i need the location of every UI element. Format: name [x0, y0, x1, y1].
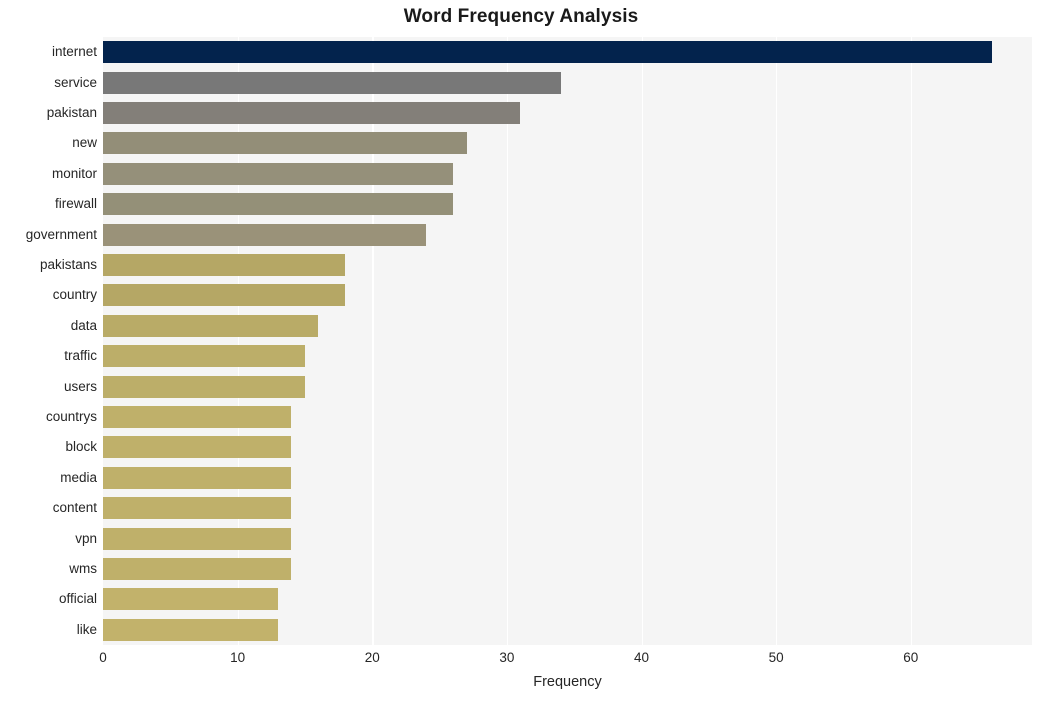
y-axis-tick-label: users	[63, 378, 97, 394]
y-axis-tick-label: internet	[51, 44, 97, 60]
y-axis-tick-label: government	[25, 226, 97, 242]
page-title: Word Frequency Analysis	[403, 6, 639, 27]
bar	[103, 254, 346, 276]
y-axis-tick-label: firewall	[54, 196, 97, 212]
plot-area	[103, 37, 1032, 645]
x-axis-tick-label: 10	[230, 650, 246, 665]
bar	[103, 345, 305, 368]
bar	[103, 284, 346, 307]
bar	[103, 558, 292, 580]
bar	[103, 497, 292, 520]
x-axis-tick-label: 60	[903, 650, 919, 665]
x-axis-tick-label: 30	[499, 650, 515, 665]
y-axis-tick-label: country	[52, 287, 97, 303]
bar	[103, 618, 279, 641]
y-axis-tick-label: monitor	[51, 165, 97, 181]
chart-figure: Word Frequency Analysis internet service p…	[0, 0, 1042, 701]
x-axis-tick-labels: 0 10 20 30 40 50 60	[99, 650, 1032, 670]
bar	[103, 314, 319, 337]
bar	[103, 406, 292, 428]
bar	[103, 193, 454, 216]
y-axis-tick-label: block	[65, 439, 97, 455]
y-axis-tick-label: pakistan	[46, 105, 97, 120]
y-axis-tick-label: content	[52, 500, 97, 516]
y-axis-tick-label: media	[60, 469, 97, 485]
bar	[103, 71, 561, 94]
bar-series	[103, 37, 1032, 645]
y-axis-tick-label: new	[72, 135, 97, 151]
y-axis-tick-label: like	[76, 621, 97, 637]
bar	[103, 436, 292, 459]
y-axis-tick-labels: internet service pakistan new monitor firewal…	[0, 37, 97, 645]
x-axis-label: Frequency	[533, 674, 602, 690]
y-axis-tick-label: service	[54, 74, 97, 90]
y-axis-tick-label: traffic	[64, 348, 97, 364]
bar	[103, 162, 454, 185]
bar	[103, 588, 279, 611]
bar	[103, 527, 292, 550]
y-axis-tick-label: vpn	[75, 530, 97, 546]
bar	[103, 466, 292, 489]
x-axis-tick-label: 0	[99, 650, 107, 665]
bar	[103, 102, 521, 124]
y-axis-tick-label: official	[58, 591, 97, 607]
bar	[103, 375, 305, 398]
bar	[103, 223, 427, 246]
bar	[103, 41, 992, 64]
y-axis-tick-label: data	[70, 317, 97, 333]
x-axis-tick-label: 50	[768, 650, 784, 665]
x-axis-tick-label: 40	[634, 650, 650, 665]
y-axis-tick-label: countrys	[45, 409, 97, 424]
y-axis-tick-label: wms	[69, 561, 97, 576]
x-axis-tick-label: 20	[364, 650, 380, 665]
bar	[103, 132, 467, 155]
y-axis-tick-label: pakistans	[39, 257, 97, 272]
